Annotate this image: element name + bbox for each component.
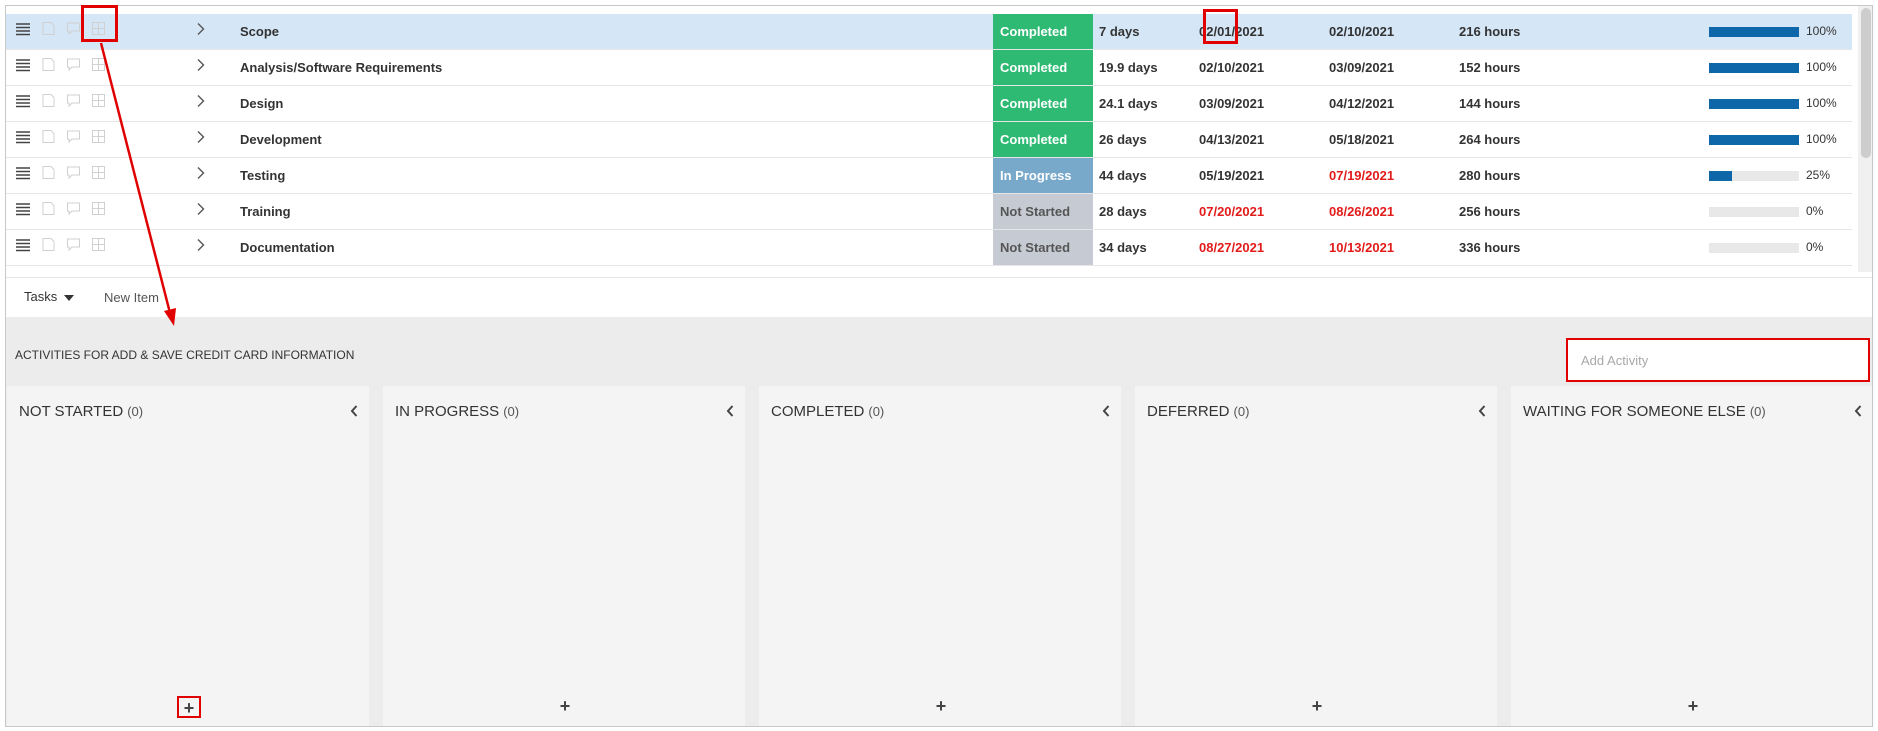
annotation-arrow <box>99 42 176 326</box>
